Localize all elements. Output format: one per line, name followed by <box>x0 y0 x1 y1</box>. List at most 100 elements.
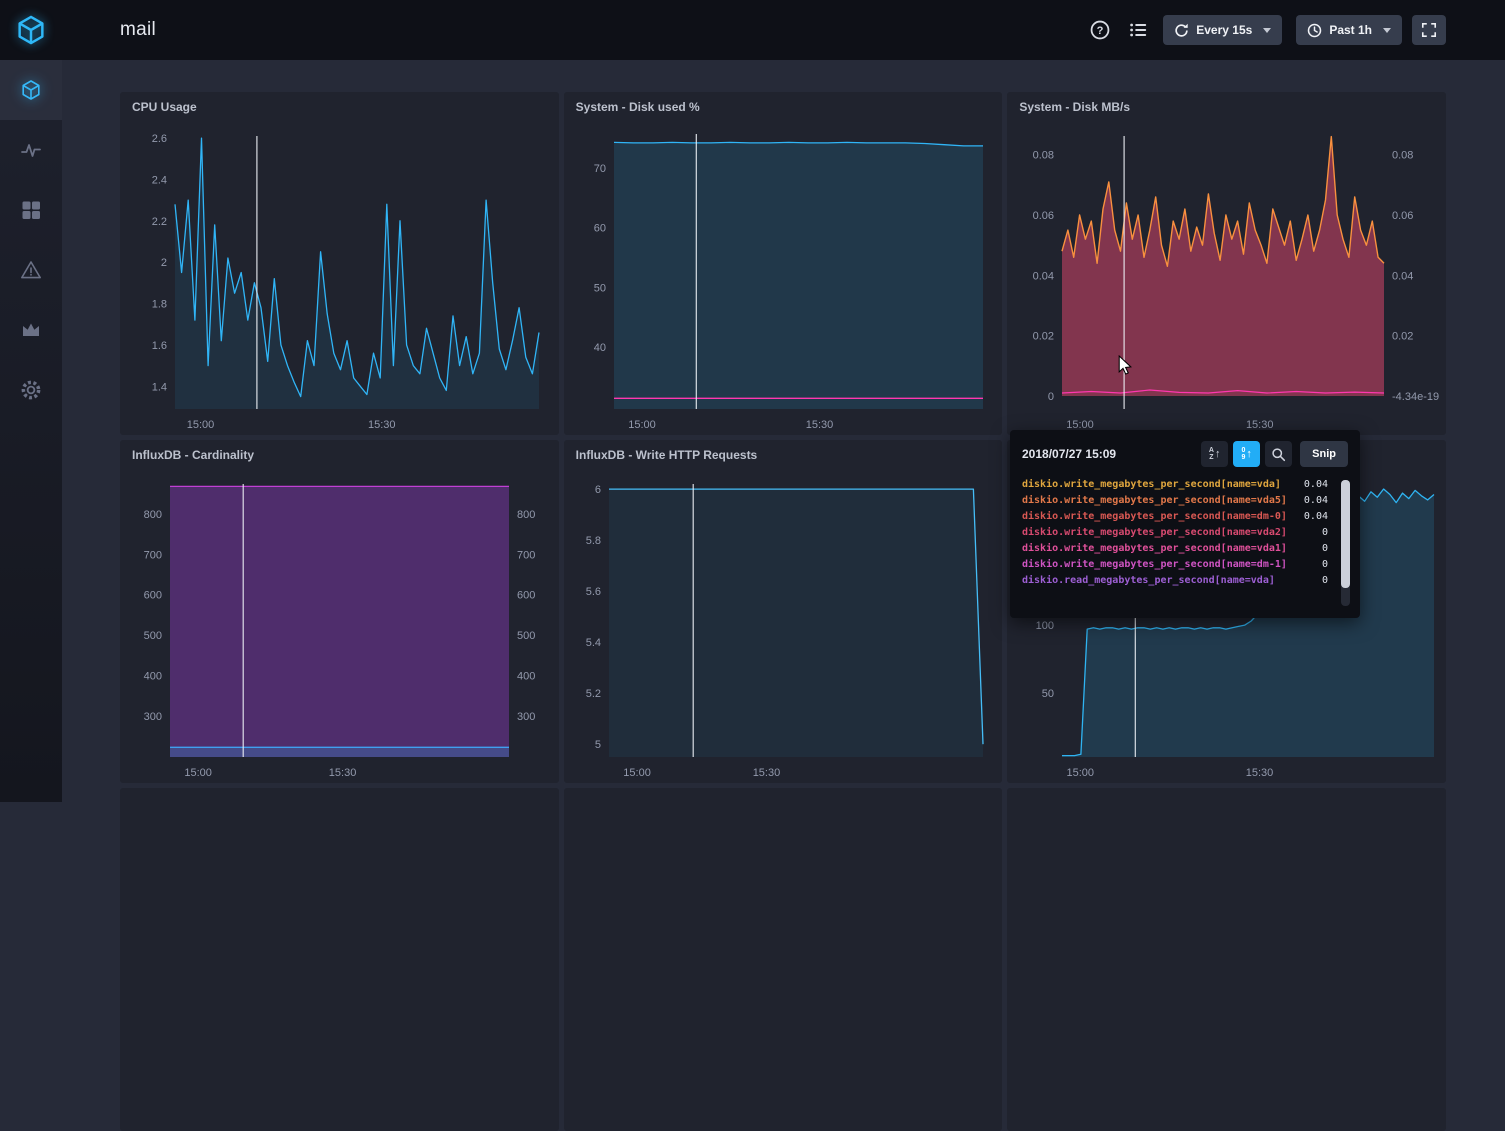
panel-title[interactable]: System - Disk used % <box>564 92 1003 122</box>
axis-label: -4.34e-19 <box>1392 391 1439 403</box>
panel-title[interactable] <box>120 788 559 818</box>
panel-disk-mbs: System - Disk MB/s 00.020.040.060.080.08… <box>1007 92 1446 435</box>
panel-disk-used: System - Disk used % 4050607015:0015:30 <box>564 92 1003 435</box>
axis-label: 15:30 <box>368 419 396 431</box>
panel-title[interactable]: CPU Usage <box>120 92 559 122</box>
scrollbar-thumb[interactable] <box>1341 480 1350 588</box>
panel-title[interactable]: System - Disk MB/s <box>1007 92 1446 122</box>
crown-icon <box>20 319 42 341</box>
legend-series-name: diskio.write_megabytes_per_second[name=v… <box>1022 543 1287 554</box>
panel-row3-col3 <box>1007 788 1446 1131</box>
help-button[interactable]: ? <box>1089 19 1111 41</box>
pulse-graph-icon <box>20 139 42 161</box>
nav-data-explorer[interactable] <box>0 120 62 180</box>
series-fill-disk-used <box>614 142 983 409</box>
topbar-controls: ? Every 15s Past 1h <box>1073 15 1505 45</box>
axis-label: 5.4 <box>585 637 600 649</box>
chart-disk-used[interactable]: 4050607015:0015:30 <box>564 122 1003 435</box>
legend-series-value: 0.04 <box>1304 479 1328 490</box>
legend-series-row[interactable]: diskio.write_megabytes_per_second[name=v… <box>1022 524 1328 540</box>
axis-label: 15:00 <box>187 419 215 431</box>
sort-alpha-icon: AZ <box>1209 447 1214 461</box>
chart-canvas[interactable]: 1.41.61.822.22.42.615:0015:30 <box>120 122 559 435</box>
annotations-button[interactable] <box>1127 19 1149 41</box>
axis-label: 300 <box>144 711 162 723</box>
chart-row3-col3[interactable] <box>1007 818 1446 1131</box>
chart-row3-col2[interactable] <box>564 818 1003 1131</box>
nav-dashboards[interactable] <box>0 180 62 240</box>
axis-label: 50 <box>593 282 605 294</box>
axis-label: 5.8 <box>585 535 600 547</box>
nav-admin[interactable] <box>0 300 62 360</box>
series-fill-cpu <box>175 138 539 409</box>
legend-series-name: diskio.write_megabytes_per_second[name=v… <box>1022 479 1281 490</box>
legend-series-row[interactable]: diskio.write_megabytes_per_second[name=d… <box>1022 508 1328 524</box>
axis-label: 0.08 <box>1392 150 1413 162</box>
legend-header: 2018/07/27 15:09 AZ↑ 09↑ Snip <box>1022 440 1348 468</box>
legend-scrollbar[interactable] <box>1341 480 1350 606</box>
legend-series-name: diskio.write_megabytes_per_second[name=d… <box>1022 511 1287 522</box>
svg-text:?: ? <box>1097 25 1104 37</box>
chart-canvas[interactable]: 4050607015:0015:30 <box>564 122 1003 435</box>
axis-label: 700 <box>517 549 535 561</box>
sort-alpha-button[interactable]: AZ↑ <box>1201 441 1228 467</box>
axis-label: 40 <box>593 342 605 354</box>
axis-label: 0.04 <box>1392 270 1413 282</box>
list-icon <box>1129 21 1147 39</box>
series-fill-write-requests <box>609 489 983 757</box>
legend-series-value: 0 <box>1322 527 1328 538</box>
chevron-down-icon <box>1383 28 1391 33</box>
axis-label: 2.2 <box>152 216 167 228</box>
axis-label: 0 <box>1048 391 1054 403</box>
autorefresh-dropdown[interactable]: Every 15s <box>1163 15 1282 45</box>
arrow-up-icon: ↑ <box>1246 448 1252 460</box>
legend-series-row[interactable]: diskio.write_megabytes_per_second[name=d… <box>1022 556 1328 572</box>
chart-cpu-usage[interactable]: 1.41.61.822.22.42.615:0015:30 <box>120 122 559 435</box>
timerange-dropdown[interactable]: Past 1h <box>1296 15 1402 45</box>
chart-cardinality[interactable]: 30040050060070080030040050060070080015:0… <box>120 470 559 783</box>
axis-label: 0.06 <box>1392 210 1413 222</box>
chart-canvas[interactable]: 00.020.040.060.080.080.060.040.02-4.34e-… <box>1007 122 1446 435</box>
axis-label: 60 <box>593 223 605 235</box>
snip-button[interactable]: Snip <box>1300 441 1348 467</box>
nav-alerts[interactable] <box>0 240 62 300</box>
axis-label: 0.06 <box>1033 210 1054 222</box>
axis-label: 500 <box>517 630 535 642</box>
legend-series-value: 0 <box>1322 575 1328 586</box>
legend-series-row[interactable]: diskio.write_megabytes_per_second[name=v… <box>1022 492 1328 508</box>
presentation-mode-button[interactable] <box>1412 15 1446 45</box>
chronograf-logo-icon <box>15 14 47 46</box>
mouse-cursor <box>1117 355 1133 375</box>
chart-write-http-requests[interactable]: 55.25.45.65.8615:0015:30 <box>564 470 1003 783</box>
legend-series-row[interactable]: diskio.write_megabytes_per_second[name=v… <box>1022 476 1328 492</box>
dashboard-title[interactable]: mail <box>120 19 156 41</box>
legend-series-row[interactable]: diskio.read_megabytes_per_second[name=vd… <box>1022 572 1328 588</box>
series-fill-cardinality-2 <box>170 747 509 757</box>
timerange-label: Past 1h <box>1329 23 1372 37</box>
legend-timestamp: 2018/07/27 15:09 <box>1022 447 1116 461</box>
legend-series-row[interactable]: diskio.write_megabytes_per_second[name=v… <box>1022 540 1328 556</box>
panel-cardinality: InfluxDB - Cardinality 30040050060070080… <box>120 440 559 783</box>
panel-title[interactable] <box>564 788 1003 818</box>
panel-title[interactable]: InfluxDB - Write HTTP Requests <box>564 440 1003 470</box>
chart-canvas[interactable]: 55.25.45.65.8615:0015:30 <box>564 470 1003 783</box>
legend-series-list: diskio.write_megabytes_per_second[name=v… <box>1022 476 1348 588</box>
panel-title[interactable] <box>1007 788 1446 818</box>
gear-icon <box>19 378 43 402</box>
legend-series-name: diskio.write_megabytes_per_second[name=v… <box>1022 527 1287 538</box>
nav-config[interactable] <box>0 360 62 420</box>
axis-label: 100 <box>1036 620 1054 632</box>
axis-label: 1.8 <box>152 299 167 311</box>
legend-series-value: 0.04 <box>1304 511 1328 522</box>
expand-icon <box>1421 22 1437 38</box>
series-fill-disk-write <box>1062 137 1384 396</box>
chart-canvas[interactable]: 30040050060070080030040050060070080015:0… <box>120 470 559 783</box>
sort-numeric-button[interactable]: 09↑ <box>1233 441 1260 467</box>
app-logo[interactable] <box>0 0 62 60</box>
nav-status[interactable] <box>0 60 62 120</box>
panel-title[interactable]: InfluxDB - Cardinality <box>120 440 559 470</box>
chart-disk-mbs[interactable]: 00.020.040.060.080.080.060.040.02-4.34e-… <box>1007 122 1446 435</box>
chart-row3-col1[interactable] <box>120 818 559 1131</box>
axis-label: 6 <box>595 484 601 496</box>
search-button[interactable] <box>1265 441 1292 467</box>
